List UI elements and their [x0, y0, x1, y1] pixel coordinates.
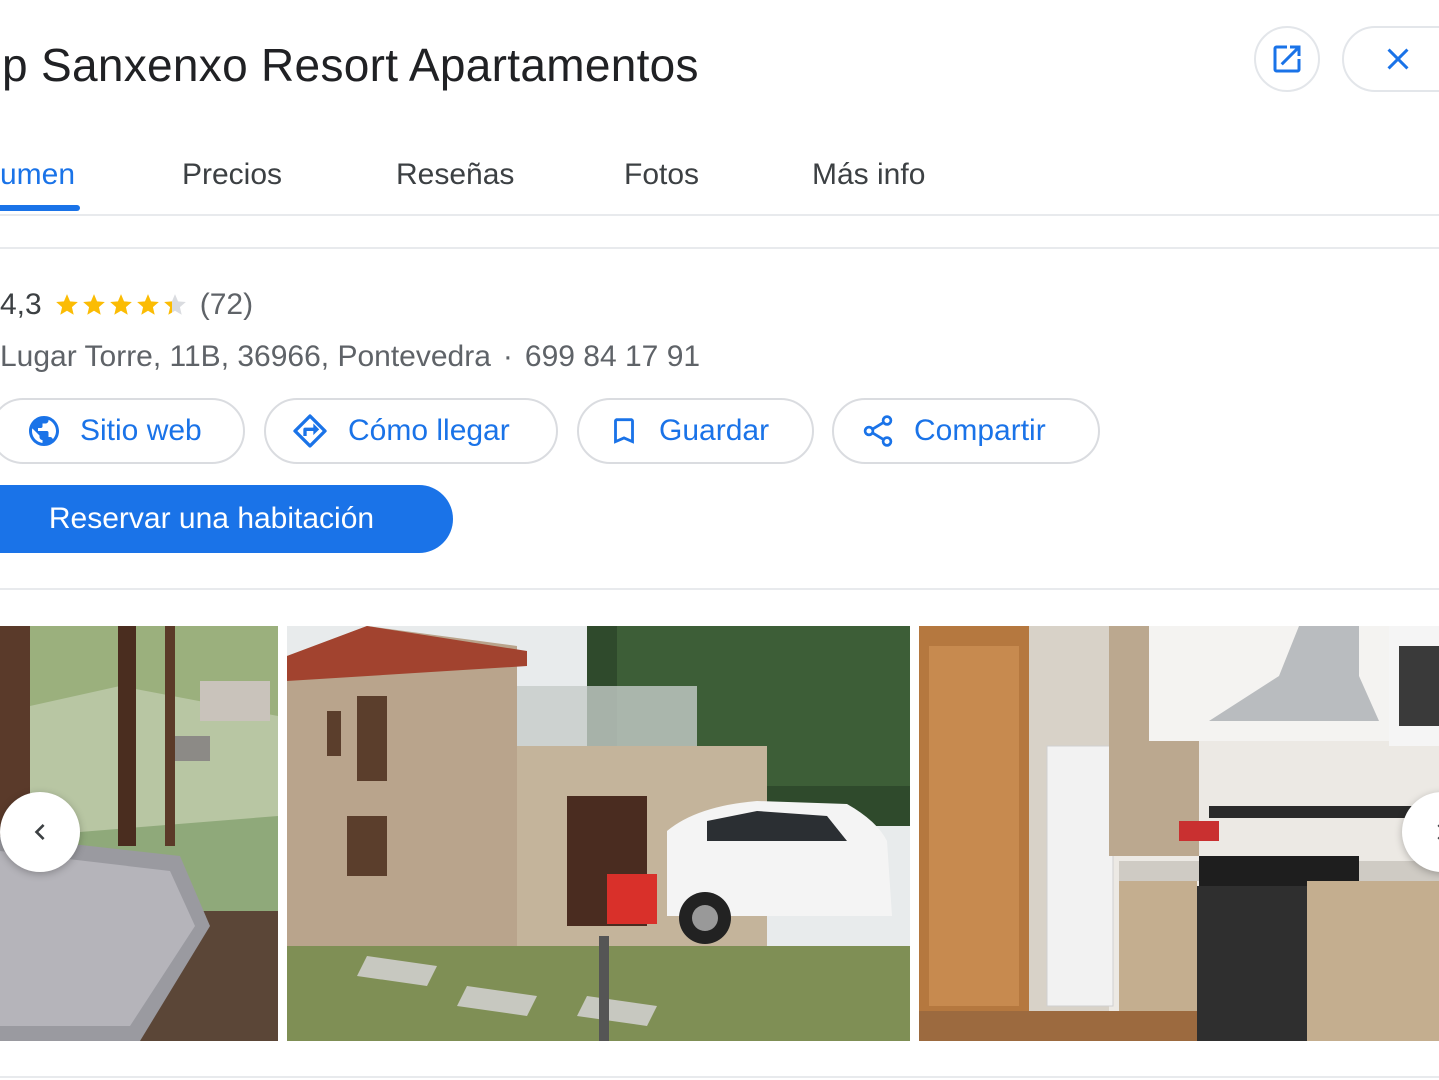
open-in-new-button[interactable]: [1254, 26, 1320, 92]
address-text[interactable]: Lugar Torre, 11B, 36966, Pontevedra: [0, 340, 491, 373]
close-icon: [1387, 48, 1409, 70]
rating-value: 4,3: [0, 288, 42, 321]
tab-mas-info[interactable]: Más info: [812, 158, 925, 192]
photo-exterior[interactable]: [287, 626, 910, 1041]
star-partial-icon: [163, 294, 186, 315]
directions-button[interactable]: Cómo llegar: [264, 398, 558, 464]
open-in-new-icon: [1273, 45, 1301, 73]
close-button[interactable]: [1342, 26, 1439, 92]
kitchen-image: [919, 626, 1439, 1041]
chevron-left-icon: [34, 824, 45, 840]
tab-fotos[interactable]: Fotos: [624, 158, 699, 192]
share-button[interactable]: Compartir: [832, 398, 1100, 464]
address-row: Lugar Torre, 11B, 36966, Pontevedra · 699 …: [0, 340, 700, 374]
chevron-right-icon: [1437, 824, 1439, 840]
star-icon: [55, 294, 78, 315]
section-divider: [0, 1076, 1439, 1078]
website-label: Sitio web: [80, 414, 202, 447]
book-room-button[interactable]: Reservar una habitación: [0, 485, 453, 553]
review-count[interactable]: (72): [200, 288, 253, 322]
separator: ·: [502, 340, 513, 373]
photo-kitchen[interactable]: [919, 626, 1439, 1041]
directions-icon: [293, 414, 327, 448]
section-divider: [0, 247, 1439, 249]
tab-bar: umen Precios Reseñas Fotos Más info: [0, 140, 1439, 216]
phone-number[interactable]: 699 84 17 91: [525, 340, 700, 373]
share-label: Compartir: [914, 414, 1046, 447]
directions-label: Cómo llegar: [348, 414, 510, 447]
bookmark-icon: [614, 418, 634, 444]
star-icon: [109, 294, 132, 315]
star-icon: [82, 294, 105, 315]
website-button[interactable]: Sitio web: [0, 398, 245, 464]
globe-icon: [29, 416, 59, 446]
save-button[interactable]: Guardar: [577, 398, 814, 464]
star-rating: [54, 292, 188, 318]
place-title: p Sanxenxo Resort Apartamentos: [2, 39, 699, 91]
active-tab-indicator: [0, 205, 80, 211]
star-icon: [136, 294, 159, 315]
share-icon: [863, 415, 893, 447]
exterior-image: [287, 626, 910, 1041]
section-divider: [0, 588, 1439, 590]
tab-resenas[interactable]: Reseñas: [396, 158, 514, 192]
tab-resumen[interactable]: umen: [0, 158, 75, 192]
save-label: Guardar: [659, 414, 770, 447]
carousel-prev-button[interactable]: [0, 792, 80, 872]
rating-row[interactable]: 4,3 (72): [0, 288, 253, 322]
tab-precios[interactable]: Precios: [182, 158, 282, 192]
